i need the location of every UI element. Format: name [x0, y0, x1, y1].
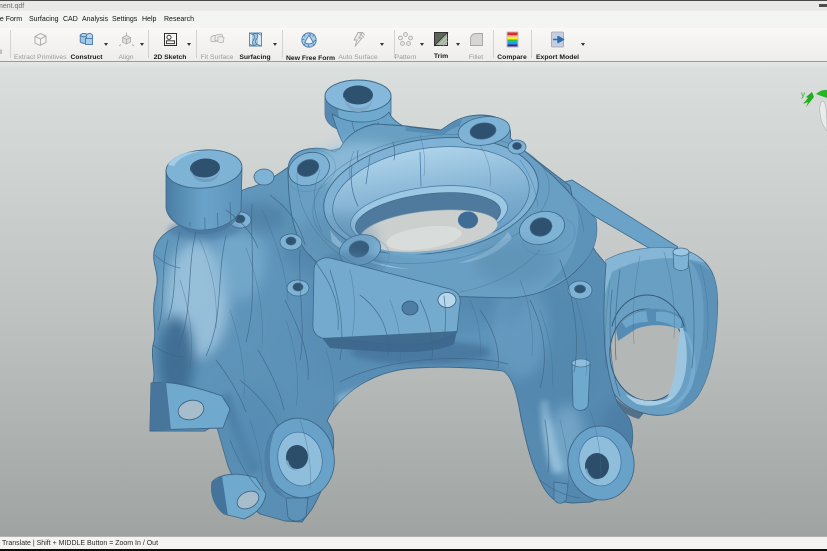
svg-text:y: y	[801, 90, 805, 99]
